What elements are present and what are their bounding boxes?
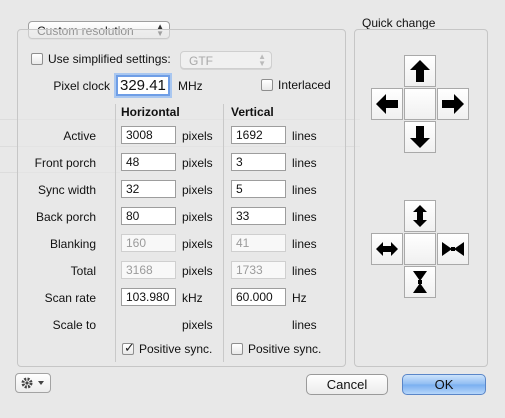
- arrow-left-icon: [376, 94, 398, 114]
- v-value-field: 1733: [231, 261, 286, 279]
- h-value-field[interactable]: 80: [121, 207, 176, 225]
- v-unit-label: lines: [292, 264, 317, 278]
- v-value-field[interactable]: 33: [231, 207, 286, 225]
- h-unit-label: pixels: [182, 318, 213, 332]
- vertical-header: Vertical: [231, 105, 274, 119]
- v-unit-label: lines: [292, 183, 317, 197]
- v-unit-label: Hz: [292, 291, 307, 305]
- ok-button[interactable]: OK: [402, 374, 486, 395]
- h-positive-sync-label: Positive sync.: [139, 342, 213, 356]
- shrink-horizontal-button[interactable]: [437, 233, 469, 265]
- h-value-field[interactable]: 48: [121, 153, 176, 171]
- v-value-field[interactable]: 5: [231, 180, 286, 198]
- cancel-button[interactable]: Cancel: [306, 374, 388, 395]
- expand-horizontal-button[interactable]: [371, 233, 403, 265]
- h-positive-sync-checkbox[interactable]: ✓: [122, 340, 135, 355]
- v-value-field: 41: [231, 234, 286, 252]
- size-center-blank: [404, 233, 436, 265]
- simplified-settings-label: Use simplified settings:: [48, 52, 171, 66]
- row-label: Scale to: [52, 318, 96, 332]
- row-label: Active: [63, 129, 96, 143]
- row-label: Total: [70, 264, 96, 278]
- v-unit-label: lines: [292, 237, 317, 251]
- expand-vertical-button[interactable]: [404, 200, 436, 232]
- v-unit-label: lines: [292, 210, 317, 224]
- h-unit-label: kHz: [182, 291, 203, 305]
- column-divider: [115, 104, 116, 362]
- shrink-vertical-button[interactable]: [404, 266, 436, 298]
- row-label: Scan rate: [44, 291, 96, 305]
- h-unit-label: pixels: [182, 156, 213, 170]
- move-up-button[interactable]: [404, 55, 436, 87]
- v-unit-label: lines: [292, 156, 317, 170]
- v-value-field[interactable]: 1692: [231, 126, 286, 144]
- shrink-horizontal-icon: [442, 242, 464, 256]
- interlaced-checkbox[interactable]: [261, 79, 273, 91]
- shrink-vertical-icon: [413, 271, 427, 293]
- h-unit-label: pixels: [182, 129, 213, 143]
- v-value-field[interactable]: 60.000: [231, 288, 286, 306]
- row-label: Sync width: [37, 183, 96, 197]
- h-unit-label: pixels: [182, 264, 213, 278]
- h-value-field[interactable]: 103.980: [121, 288, 176, 306]
- interlaced-label: Interlaced: [278, 78, 331, 92]
- row-label: Blanking: [49, 237, 96, 251]
- expand-horizontal-icon: [376, 242, 398, 256]
- move-right-button[interactable]: [437, 88, 469, 120]
- arrow-down-icon: [410, 126, 430, 148]
- gear-menu-button[interactable]: [15, 373, 51, 393]
- pixel-clock-label: Pixel clock: [53, 79, 110, 93]
- h-value-field[interactable]: 3008: [121, 126, 176, 144]
- h-unit-label: pixels: [182, 183, 213, 197]
- arrow-right-icon: [442, 94, 464, 114]
- simplified-settings-checkbox[interactable]: [31, 53, 43, 65]
- simplified-mode-value: GTF: [189, 54, 213, 68]
- move-left-button[interactable]: [371, 88, 403, 120]
- horizontal-header: Horizontal: [121, 105, 180, 119]
- v-positive-sync-label: Positive sync.: [248, 342, 322, 356]
- gear-icon: [21, 377, 44, 389]
- move-down-button[interactable]: [404, 121, 436, 153]
- h-value-field: 160: [121, 234, 176, 252]
- h-unit-label: pixels: [182, 237, 213, 251]
- h-unit-label: pixels: [182, 210, 213, 224]
- v-unit-label: lines: [292, 318, 317, 332]
- pixel-clock-unit: MHz: [178, 79, 203, 93]
- popup-arrows-icon: ▲▼: [258, 52, 266, 68]
- move-center-blank: [404, 88, 436, 120]
- quick-change-title: Quick change: [362, 16, 436, 30]
- arrow-up-icon: [410, 60, 430, 82]
- v-positive-sync-checkbox[interactable]: [231, 343, 243, 355]
- simplified-mode-popup[interactable]: GTF ▲ ▼: [180, 51, 272, 69]
- column-divider: [223, 104, 224, 362]
- row-label: Back porch: [35, 210, 96, 224]
- row-label: Front porch: [34, 156, 96, 170]
- v-value-field[interactable]: 3: [231, 153, 286, 171]
- h-value-field[interactable]: 32: [121, 180, 176, 198]
- v-unit-label: lines: [292, 129, 317, 143]
- checkmark-icon: ✓: [124, 340, 135, 355]
- pixel-clock-field[interactable]: 329.41: [116, 75, 170, 96]
- expand-vertical-icon: [413, 205, 427, 227]
- h-value-field: 3168: [121, 261, 176, 279]
